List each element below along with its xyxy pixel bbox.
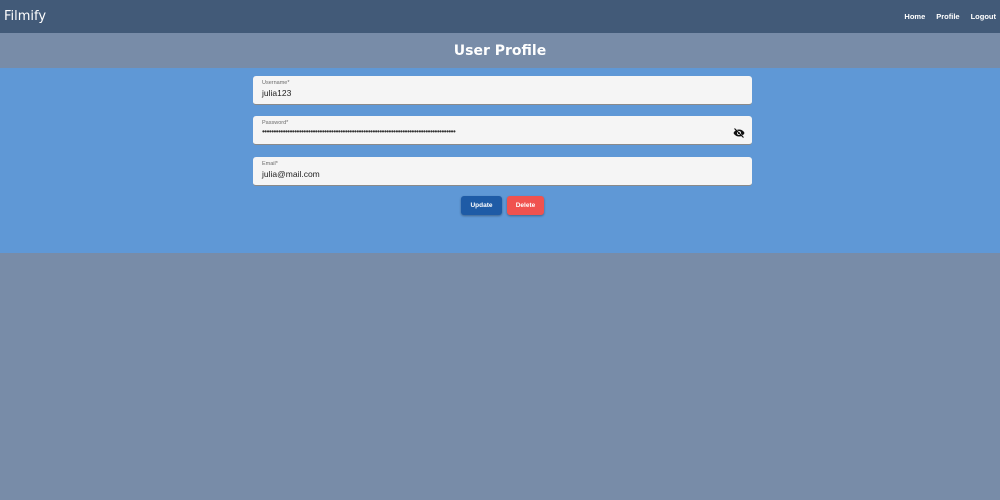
nav-logout-link[interactable]: Logout bbox=[971, 12, 996, 21]
nav-profile-link[interactable]: Profile bbox=[936, 12, 959, 21]
username-label: Username* bbox=[262, 80, 290, 86]
nav-links: Home Profile Logout bbox=[904, 12, 996, 21]
page-header: User Profile bbox=[0, 33, 1000, 68]
password-input[interactable]: ••••••••••••••••••••••••••••••••••••••••… bbox=[262, 127, 456, 136]
brand-logo[interactable]: Filmify bbox=[4, 9, 46, 24]
navbar: Filmify Home Profile Logout bbox=[0, 0, 1000, 33]
delete-button[interactable]: Delete bbox=[507, 196, 544, 215]
email-field[interactable]: Email* julia@mail.com bbox=[253, 157, 752, 186]
nav-home-link[interactable]: Home bbox=[904, 12, 925, 21]
username-input[interactable]: julia123 bbox=[262, 88, 291, 98]
update-button[interactable]: Update bbox=[461, 196, 502, 215]
email-input[interactable]: julia@mail.com bbox=[262, 169, 320, 179]
password-field[interactable]: Password* ••••••••••••••••••••••••••••••… bbox=[253, 116, 752, 145]
page-title: User Profile bbox=[453, 42, 547, 59]
password-label: Password* bbox=[262, 120, 289, 126]
username-field[interactable]: Username* julia123 bbox=[253, 76, 752, 105]
eye-slash-icon[interactable] bbox=[733, 125, 745, 138]
email-label: Email* bbox=[262, 161, 278, 167]
